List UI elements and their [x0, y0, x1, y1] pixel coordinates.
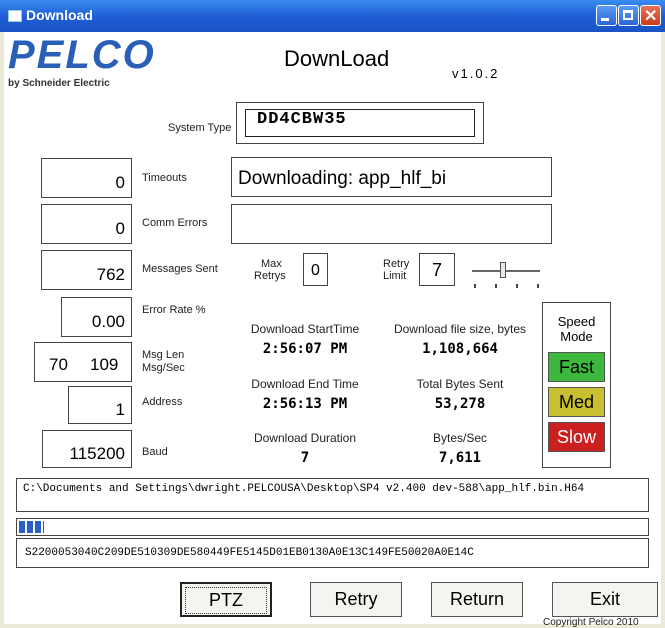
pelco-logo: PELCO by Schneider Electric [8, 33, 156, 89]
download-progress-bar [16, 518, 649, 536]
slider-thumb[interactable] [500, 262, 506, 278]
minimize-icon [601, 18, 609, 21]
status-line-1: Downloading: app_hlf_bi [231, 157, 552, 197]
file-size-value: 1,108,664 [422, 341, 498, 357]
version-label: v1.0.2 [452, 66, 500, 81]
retry-limit-value: 7 [419, 253, 455, 286]
file-size-label: Download file size, bytes [393, 322, 527, 336]
start-time-label: Download StartTime [250, 322, 360, 336]
msg-len-field: 70 109 [34, 342, 132, 382]
msg-rate-value: 109 [90, 355, 119, 374]
srecord-field: S2200053040C209DE510309DE580449FE5145D01… [16, 538, 649, 568]
window-icon [8, 10, 22, 22]
baud-label: Baud [142, 446, 168, 458]
file-path-field: C:\Documents and Settings\dwright.PELCOU… [16, 478, 649, 512]
timeouts-value: 0 [41, 158, 132, 198]
max-retrys-label-1: Max [261, 258, 282, 270]
timeouts-label: Timeouts [142, 172, 187, 184]
retry-button[interactable]: Retry [310, 582, 402, 617]
baud-value: 115200 [42, 430, 132, 468]
window-title: Download [26, 7, 93, 23]
max-retrys-value: 0 [303, 253, 328, 286]
speed-mode-label-1: Speed [557, 314, 596, 329]
system-type-field: DD4CBW35 [236, 102, 484, 144]
address-value: 1 [68, 386, 132, 424]
total-bytes-value: 53,278 [434, 396, 486, 412]
messages-sent-label: Messages Sent [142, 263, 218, 275]
exit-button[interactable]: Exit [552, 582, 658, 617]
end-time-value: 2:56:13 PM [262, 396, 348, 412]
ptz-button[interactable]: PTZ [180, 582, 272, 617]
slider-track [472, 270, 540, 272]
slow-speed-button[interactable]: Slow [548, 422, 605, 452]
max-retrys-label-2: Retrys [254, 270, 286, 282]
retry-limit-label-1: Retry [383, 258, 410, 270]
close-icon: ✕ [644, 8, 658, 25]
messages-sent-value: 762 [41, 250, 132, 290]
retry-slider[interactable] [470, 262, 542, 292]
speed-mode-label-2: Mode [560, 329, 593, 344]
maximize-icon [623, 10, 633, 20]
duration-label: Download Duration [253, 431, 357, 445]
address-label: Address [142, 396, 183, 408]
close-button[interactable]: ✕ [640, 5, 661, 26]
copyright-text: Copyright Pelco 2010 [543, 617, 639, 628]
fast-speed-button[interactable]: Fast [548, 352, 605, 382]
retry-limit-label-2: Limit [383, 270, 407, 282]
msg-sec-label: Msg/Sec [142, 362, 185, 374]
comm-errors-label: Comm Errors [142, 217, 208, 229]
comm-errors-value: 0 [41, 204, 132, 244]
msg-len-label: Msg Len [142, 349, 185, 361]
end-time-label: Download End Time [251, 377, 359, 391]
bytes-per-sec-label: Bytes/Sec [432, 431, 488, 445]
app-title: DownLoad [284, 46, 390, 71]
system-type-label: System Type [168, 122, 232, 134]
duration-value: 7 [300, 450, 310, 466]
return-button[interactable]: Return [431, 582, 523, 617]
total-bytes-label: Total Bytes Sent [416, 377, 504, 391]
msg-len-value: 70 [49, 355, 68, 374]
bytes-per-sec-value: 7,611 [438, 450, 482, 466]
error-rate-value: 0.00 [61, 297, 132, 337]
med-speed-button[interactable]: Med [548, 387, 605, 417]
maximize-button[interactable] [618, 5, 639, 26]
title-bar[interactable]: Download ✕ [0, 0, 665, 32]
error-rate-label: Error Rate % [142, 304, 206, 316]
start-time-value: 2:56:07 PM [262, 341, 348, 357]
status-line-2 [231, 204, 552, 244]
progress-fill [19, 521, 44, 533]
minimize-button[interactable] [596, 5, 617, 26]
